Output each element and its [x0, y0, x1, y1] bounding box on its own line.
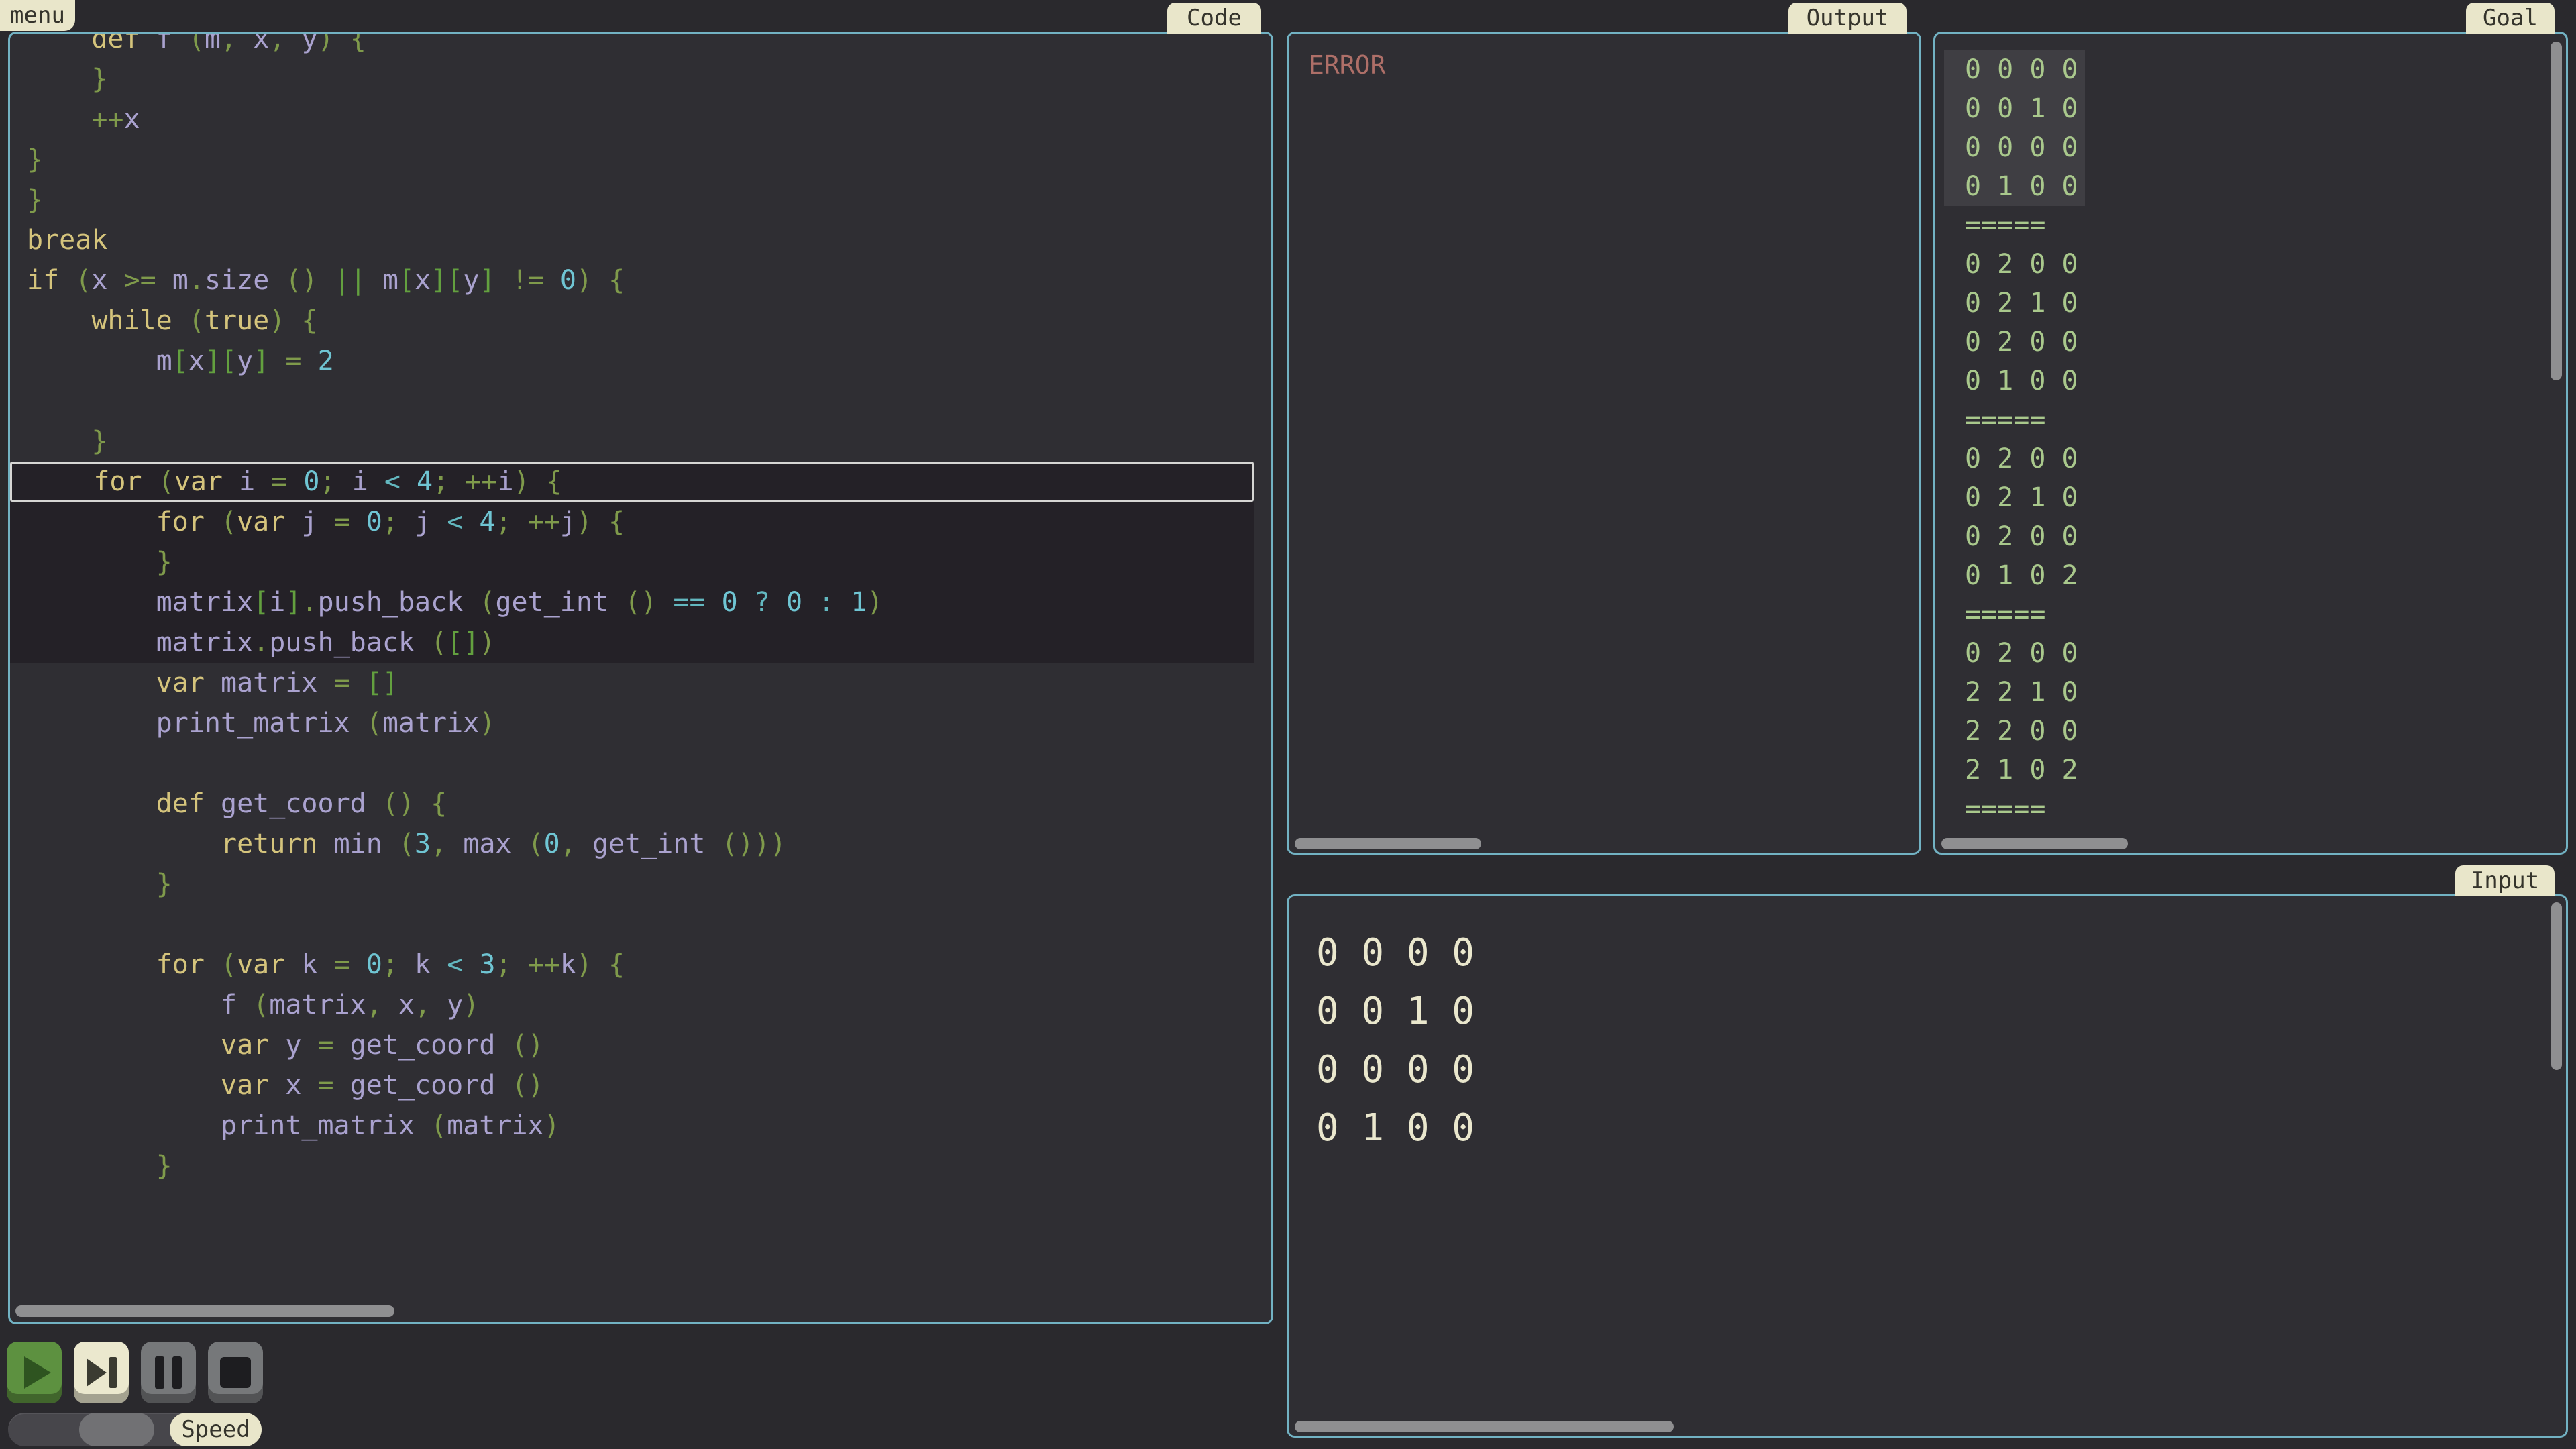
code-line: print_matrix (matrix) — [10, 1106, 1254, 1146]
goal-line: 2 1 0 2 — [1935, 751, 2566, 790]
code-line: for (var j = 0; j < 4; ++j) { — [10, 502, 1254, 542]
goal-line: ===== — [1935, 790, 2566, 828]
code-panel[interactable]: def f (m, x, y) { } ++x}}breakif (x >= m… — [8, 32, 1273, 1324]
code-line: break — [10, 220, 1254, 260]
play-button[interactable] — [7, 1342, 62, 1403]
goal-panel: 0 0 0 00 0 1 00 0 0 00 1 0 0=====0 2 0 0… — [1933, 32, 2568, 855]
goal-line: 0 2 0 0 — [1935, 245, 2566, 284]
code-line: for (var k = 0; k < 3; ++k) { — [10, 945, 1254, 985]
output-horizontal-scrollbar[interactable] — [1295, 838, 1481, 849]
code-line — [10, 743, 1254, 784]
goal-line: 2 2 1 0 — [1935, 673, 2566, 712]
code-line: } — [10, 542, 1254, 582]
input-horizontal-scrollbar[interactable] — [1295, 1421, 1674, 1432]
code-line: for (var i = 0; i < 4; ++i) { — [10, 462, 1254, 502]
step-button[interactable] — [74, 1342, 129, 1403]
goal-line: 0 0 1 0 — [1935, 89, 2566, 128]
goal-vertical-scrollbar[interactable] — [2551, 42, 2562, 380]
goal-line: 0 1 0 0 — [1935, 362, 2566, 400]
tab-output: Output — [1788, 3, 1907, 34]
code-line: return min (3, max (0, get_int ())) — [10, 824, 1254, 864]
code-line: print_matrix (matrix) — [10, 703, 1254, 743]
code-line: m[x][y] = 2 — [10, 341, 1254, 381]
code-line: } — [10, 59, 1254, 99]
goal-line: ===== — [1935, 206, 2566, 245]
goal-line: 0 2 0 0 — [1935, 517, 2566, 556]
input-panel[interactable]: 0 0 0 00 0 1 00 0 0 00 1 0 0 — [1287, 894, 2568, 1438]
code-line: matrix[i].push_back (get_int () == 0 ? 0… — [10, 582, 1254, 623]
code-line: matrix.push_back ([]) — [10, 623, 1254, 663]
goal-horizontal-scrollbar[interactable] — [1941, 838, 2128, 849]
code-line: } — [10, 1146, 1254, 1186]
code-line: ++x — [10, 99, 1254, 140]
code-line: def get_coord () { — [10, 784, 1254, 824]
input-editor[interactable]: 0 0 0 00 0 1 00 0 0 00 1 0 0 — [1289, 924, 2566, 1157]
tab-goal: Goal — [2466, 3, 2555, 34]
goal-line: 2 2 0 0 — [1935, 712, 2566, 751]
menu-button[interactable]: menu — [0, 0, 75, 31]
code-line: f (matrix, x, y) — [10, 985, 1254, 1025]
input-vertical-scrollbar[interactable] — [2551, 902, 2562, 1070]
code-line: while (true) { — [10, 301, 1254, 341]
goal-content: 0 0 0 00 0 1 00 0 0 00 1 0 0=====0 2 0 0… — [1935, 50, 2566, 828]
code-line: var y = get_coord () — [10, 1025, 1254, 1065]
code-line: } — [10, 864, 1254, 904]
code-line: if (x >= m.size () || m[x][y] != 0) { — [10, 260, 1254, 301]
code-line: } — [10, 180, 1254, 220]
step-forward-icon — [87, 1357, 117, 1388]
goal-line: 0 2 1 0 — [1935, 478, 2566, 517]
pause-button[interactable] — [141, 1342, 196, 1403]
goal-line: 0 0 0 0 — [1935, 50, 2566, 89]
code-line: } — [10, 421, 1254, 462]
code-line: var matrix = [] — [10, 663, 1254, 703]
goal-line: ===== — [1935, 400, 2566, 439]
play-icon — [24, 1356, 51, 1389]
stop-button[interactable] — [208, 1342, 263, 1403]
stop-icon — [220, 1357, 251, 1388]
speed-slider-thumb[interactable] — [79, 1413, 154, 1446]
code-line: } — [10, 140, 1254, 180]
speed-label: Speed — [170, 1413, 262, 1446]
output-panel: ERROR — [1287, 32, 1921, 855]
goal-line: 0 2 0 0 — [1935, 634, 2566, 673]
code-line: var x = get_coord () — [10, 1065, 1254, 1106]
pause-icon — [155, 1356, 182, 1389]
goal-line: 0 1 0 2 — [1935, 556, 2566, 595]
code-editor[interactable]: def f (m, x, y) { } ++x}}breakif (x >= m… — [10, 32, 1271, 1186]
code-line: def f (m, x, y) { — [10, 32, 1254, 59]
goal-line: 0 0 0 0 — [1935, 128, 2566, 167]
input-line: 0 1 0 0 — [1289, 1099, 2566, 1157]
input-line: 0 0 1 0 — [1289, 982, 2566, 1040]
code-line — [10, 381, 1254, 421]
goal-line: 0 2 1 0 — [1935, 284, 2566, 323]
goal-line: 0 2 0 0 — [1935, 439, 2566, 478]
input-line: 0 0 0 0 — [1289, 1040, 2566, 1099]
input-line: 0 0 0 0 — [1289, 924, 2566, 982]
tab-code: Code — [1167, 3, 1261, 34]
goal-line: ===== — [1935, 595, 2566, 634]
goal-line: 0 1 0 0 — [1935, 167, 2566, 206]
output-error-text: ERROR — [1309, 50, 1385, 80]
goal-line: 0 2 0 0 — [1935, 323, 2566, 362]
code-line — [10, 904, 1254, 945]
code-horizontal-scrollbar[interactable] — [15, 1305, 394, 1317]
tab-input: Input — [2455, 865, 2555, 896]
